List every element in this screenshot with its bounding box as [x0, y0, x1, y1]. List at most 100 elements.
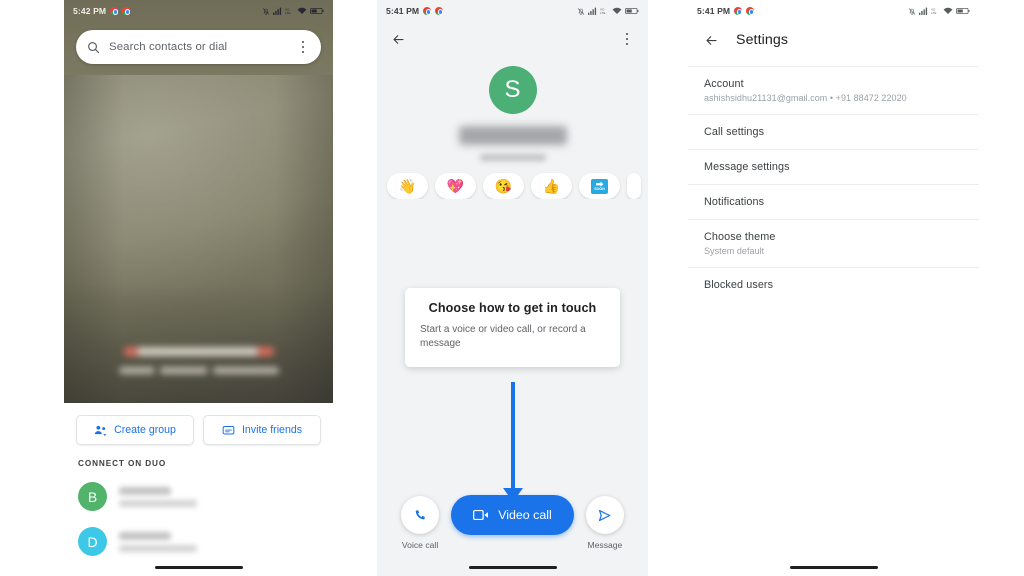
settings-item-subtitle: ashishsidhu21131@gmail.com • +91 88472 2…	[704, 93, 907, 103]
reaction-chip-overflow[interactable]	[627, 173, 641, 199]
settings-item-blocked-users[interactable]: Blocked users	[688, 267, 979, 302]
screenshot-stage: 5:42 PM VO LTE Search contacts or dial C…	[0, 0, 1024, 576]
home-indicator	[468, 565, 557, 569]
invite-friends-label: Invite friends	[241, 424, 303, 436]
list-item[interactable]: D	[64, 519, 333, 564]
create-group-label: Create group	[114, 424, 176, 436]
avatar: B	[78, 482, 107, 511]
phone-screen-duo-home: 5:42 PM VO LTE Search contacts or dial C…	[64, 0, 333, 576]
voice-call-label: Voice call	[401, 540, 439, 550]
contact-avatar: S	[488, 66, 537, 114]
contact-name-blurred	[458, 126, 567, 145]
search-bar[interactable]: Search contacts or dial	[76, 30, 321, 64]
status-bar: 5:41 PM VO LTE	[688, 0, 979, 22]
annotation-arrow	[502, 382, 523, 502]
phone-screen-settings: 5:41 PM VO LTE Settings Account ashishsid…	[688, 0, 979, 576]
kebab-menu-icon[interactable]	[296, 40, 310, 54]
camera-preview	[64, 75, 333, 403]
back-arrow-icon[interactable]	[704, 33, 719, 48]
status-bar: 5:41 PM VO LTE	[377, 0, 648, 22]
tooltip-card: Choose how to get in touch Start a voice…	[405, 288, 620, 368]
status-bar: 5:42 PM VO LTE	[64, 0, 333, 22]
home-indicator	[789, 565, 878, 569]
tooltip-title: Choose how to get in touch	[428, 301, 597, 315]
chrome-notification-icon	[734, 7, 743, 15]
settings-item-title: Choose theme	[704, 231, 776, 243]
avatar: D	[78, 527, 107, 556]
page-title: Settings	[736, 32, 789, 48]
section-header-connect-on-duo: CONNECT ON DUO	[78, 459, 167, 468]
video-call-button[interactable]: Video call	[451, 495, 574, 535]
quick-actions: Create group Invite friends	[64, 403, 333, 455]
kebab-menu-icon[interactable]	[620, 32, 634, 46]
reaction-chip-kiss[interactable]: 😘	[483, 173, 524, 199]
battery-icon	[310, 7, 324, 15]
settings-list: Account ashishsidhu21131@gmail.com • +91…	[688, 66, 979, 302]
voice-call-action[interactable]: Voice call	[401, 496, 440, 550]
wifi-icon	[943, 7, 953, 15]
reaction-chip-soon-sign[interactable]: ➡ SOON	[579, 173, 620, 199]
chrome-notification-icon	[423, 7, 432, 15]
bell-off-icon	[908, 7, 916, 15]
contact-subtitle-blurred	[479, 154, 546, 161]
settings-item-message-settings[interactable]: Message settings	[688, 149, 979, 184]
reaction-chip-wave[interactable]: 👋	[387, 173, 428, 199]
svg-text:LTE: LTE	[931, 11, 936, 15]
chrome-notification-icon	[122, 7, 131, 15]
battery-icon	[956, 7, 970, 15]
message-invite-icon	[222, 425, 235, 434]
phone-screen-contact-detail: 5:41 PM VO LTE S 👋 💖 😘 👍 ➡ SOON Choose h…	[377, 0, 648, 576]
back-arrow-icon[interactable]	[391, 32, 406, 47]
call-actions: Voice call Video call Message	[377, 495, 648, 550]
reaction-chip-row: 👋 💖 😘 👍 ➡ SOON	[377, 161, 648, 199]
message-label: Message	[587, 540, 623, 550]
status-time: 5:41 PM	[386, 6, 420, 16]
settings-item-title: Notifications	[704, 196, 765, 208]
settings-item-notifications[interactable]: Notifications	[688, 184, 979, 219]
bell-off-icon	[577, 7, 585, 15]
reaction-chip-thumbs-up[interactable]: 👍	[531, 173, 572, 199]
search-icon	[88, 41, 100, 53]
svg-text:LTE: LTE	[285, 11, 290, 15]
settings-app-bar: Settings	[688, 22, 979, 58]
signal-icon	[273, 7, 282, 15]
settings-item-subtitle: System default	[704, 246, 765, 256]
contact-name-blurred	[119, 531, 319, 552]
settings-item-title: Call settings	[704, 126, 765, 138]
chrome-notification-icon	[110, 7, 119, 15]
wifi-icon	[612, 7, 622, 15]
contact-name-blurred	[119, 486, 319, 507]
message-button[interactable]	[585, 496, 624, 534]
group-add-icon	[94, 425, 107, 436]
send-icon	[599, 509, 611, 521]
settings-item-title: Account	[704, 78, 744, 90]
message-action[interactable]: Message	[585, 496, 624, 550]
settings-item-call-settings[interactable]: Call settings	[688, 114, 979, 149]
chrome-notification-icon	[746, 7, 755, 15]
signal-icon	[919, 7, 928, 15]
settings-item-title: Message settings	[704, 161, 790, 173]
panel1-header: 5:42 PM VO LTE Search contacts or dial	[64, 0, 333, 75]
app-bar	[377, 22, 648, 56]
invite-friends-button[interactable]: Invite friends	[203, 415, 321, 445]
bell-off-icon	[262, 7, 270, 15]
wifi-icon	[297, 7, 307, 15]
settings-item-account[interactable]: Account ashishsidhu21131@gmail.com • +91…	[688, 66, 979, 114]
svg-text:LTE: LTE	[600, 11, 605, 15]
list-item[interactable]: B	[64, 474, 333, 519]
volte-icon: VOLTE	[931, 8, 936, 16]
phone-icon	[415, 509, 425, 519]
settings-item-title: Blocked users	[704, 279, 774, 291]
tooltip-body: Start a voice or video call, or record a…	[420, 324, 586, 350]
create-group-button[interactable]: Create group	[76, 415, 194, 445]
soon-sign-icon: ➡ SOON	[591, 178, 608, 194]
video-camera-icon	[473, 509, 489, 521]
settings-item-choose-theme[interactable]: Choose theme System default	[688, 219, 979, 267]
search-input[interactable]: Search contacts or dial	[109, 41, 296, 53]
blurred-overlay-text	[64, 343, 333, 379]
chrome-notification-icon	[435, 7, 444, 15]
status-time: 5:41 PM	[697, 6, 731, 16]
volte-icon: VOLTE	[285, 8, 290, 16]
voice-call-button[interactable]	[401, 496, 440, 534]
reaction-chip-heart[interactable]: 💖	[435, 173, 476, 199]
